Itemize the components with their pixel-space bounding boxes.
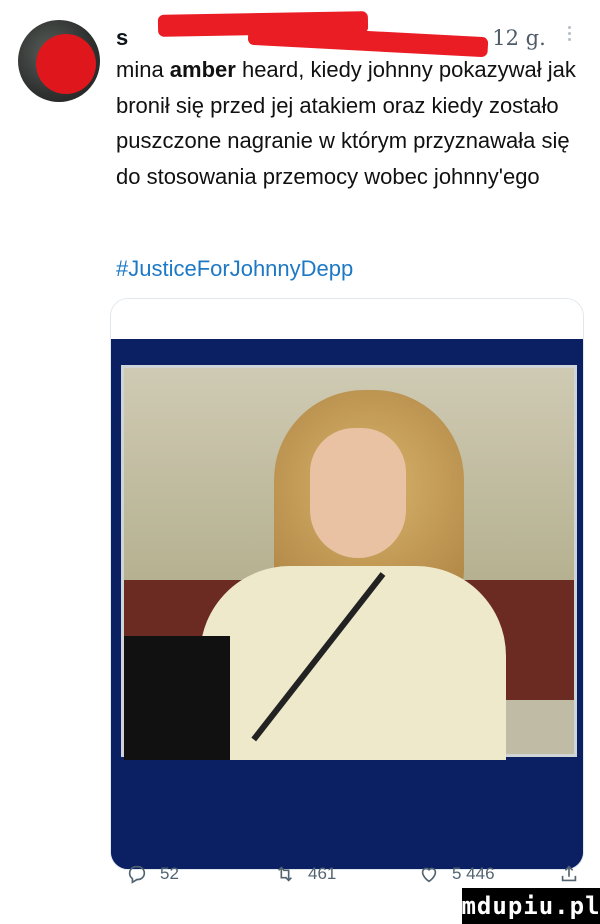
tweet-time[interactable]: 12 g. (492, 26, 546, 50)
media-photo (121, 365, 577, 760)
retweet-icon (277, 866, 293, 882)
like-button[interactable]: 5 446 (418, 863, 558, 885)
tweet-media-image[interactable] (110, 298, 584, 870)
avatar-redaction (36, 34, 96, 94)
reply-count: 52 (160, 864, 179, 883)
author-handle-redaction (128, 11, 489, 58)
more-icon[interactable] (568, 26, 574, 41)
retweet-count: 461 (308, 864, 337, 883)
avatar[interactable] (18, 20, 100, 102)
share-button[interactable] (558, 863, 580, 885)
share-icon (561, 865, 577, 882)
like-count: 5 446 (452, 864, 495, 883)
tweet-text-prefix: mina (116, 57, 170, 82)
tweet-text-bold: amber (169, 57, 236, 82)
watermark: mdupiu.pl (461, 888, 600, 924)
hashtag-link[interactable]: #JusticeForJohnnyDepp (116, 256, 353, 282)
reply-icon (128, 865, 146, 884)
like-icon (421, 867, 437, 883)
reply-button[interactable]: 52 (126, 863, 274, 885)
tweet-text: mina amber heard, kiedy johnny pokazywał… (116, 52, 576, 194)
author-name-initial[interactable]: s (116, 25, 128, 51)
tweet-actions: 52 461 5 446 (126, 856, 586, 892)
retweet-button[interactable]: 461 (274, 863, 418, 885)
